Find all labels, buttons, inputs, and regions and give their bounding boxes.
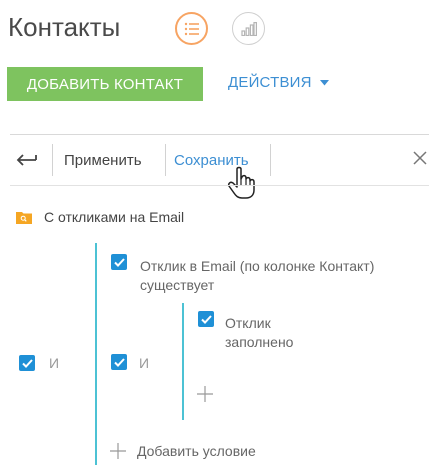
- toolbar-separator: [165, 144, 166, 176]
- page-title: Контакты: [8, 12, 121, 42]
- group-operator-label[interactable]: И: [139, 355, 149, 371]
- condition-line: Отклик: [225, 315, 271, 331]
- close-icon: [413, 151, 427, 165]
- condition-checkbox[interactable]: [198, 311, 214, 327]
- apply-button[interactable]: Применить: [64, 152, 142, 169]
- list-view-button[interactable]: [175, 12, 208, 45]
- root-group-line: [95, 243, 97, 465]
- plus-icon: [197, 386, 213, 402]
- checkbox-icon: [113, 357, 125, 367]
- condition-response-filled[interactable]: Отклик заполнено: [225, 314, 293, 352]
- list-icon: [184, 22, 199, 35]
- condition-checkbox[interactable]: [111, 254, 127, 270]
- folder-name: С откликами на Email: [44, 209, 185, 225]
- folder-search-icon: [16, 211, 32, 224]
- condition-email-response[interactable]: Отклик в Email (по колонке Контакт) суще…: [140, 257, 374, 295]
- checkbox-icon: [21, 358, 33, 368]
- checkbox-icon: [200, 314, 212, 324]
- caret-down-icon: [319, 79, 329, 85]
- close-filter-button[interactable]: [413, 151, 427, 170]
- add-condition-label: Добавить условие: [137, 443, 256, 459]
- actions-label: ДЕЙСТВИЯ: [228, 74, 312, 91]
- filter-folder: С откликами на Email: [16, 209, 184, 225]
- chart-icon: [240, 21, 257, 36]
- toolbar-separator: [52, 144, 53, 176]
- plus-icon: [110, 443, 126, 459]
- add-inner-condition-button[interactable]: [197, 386, 213, 407]
- filter-toolbar-bottom-divider: [10, 185, 429, 186]
- filter-toolbar-top-divider: [10, 134, 429, 135]
- add-contact-button[interactable]: ДОБАВИТЬ КОНТАКТ: [7, 67, 203, 101]
- back-button[interactable]: [16, 151, 38, 172]
- root-group-checkbox[interactable]: [19, 355, 35, 371]
- add-condition-button[interactable]: Добавить условие: [110, 443, 256, 459]
- back-arrow-icon: [16, 154, 37, 166]
- chart-view-button[interactable]: [232, 12, 265, 45]
- root-operator-label[interactable]: И: [49, 355, 59, 371]
- condition-line: существует: [140, 277, 215, 293]
- toolbar-separator: [270, 144, 271, 176]
- condition-line: заполнено: [225, 334, 294, 350]
- condition-line: Отклик в Email (по колонке Контакт): [140, 258, 375, 274]
- inner-group-line: [182, 303, 184, 420]
- group-checkbox[interactable]: [111, 354, 127, 370]
- actions-dropdown[interactable]: ДЕЙСТВИЯ: [228, 74, 329, 91]
- checkbox-icon: [113, 257, 125, 267]
